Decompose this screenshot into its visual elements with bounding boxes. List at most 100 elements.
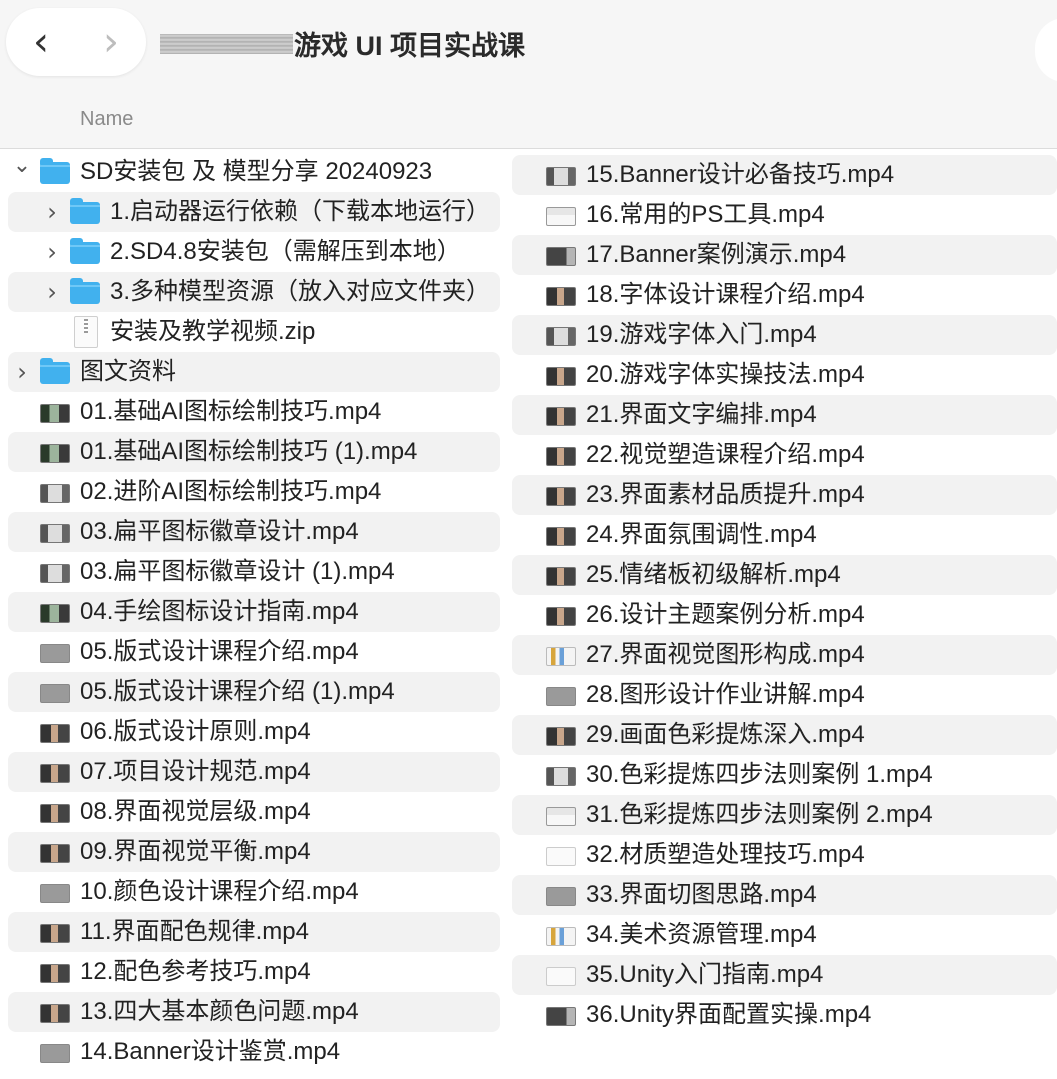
- file-row[interactable]: 22.视觉塑造课程介绍.mp4: [512, 435, 1057, 475]
- file-row[interactable]: 13.四大基本颜色问题.mp4: [8, 992, 500, 1032]
- file-name: 11.界面配色规律.mp4: [80, 918, 309, 945]
- video-thumbnail-icon: [40, 444, 70, 463]
- folder-row[interactable]: › 2.SD4.8安装包（需解压到本地）: [8, 232, 500, 272]
- file-row[interactable]: 21.界面文字编排.mp4: [512, 395, 1057, 435]
- file-row[interactable]: 23.界面素材品质提升.mp4: [512, 475, 1057, 515]
- file-row[interactable]: 34.美术资源管理.mp4: [512, 915, 1057, 955]
- file-name: 13.四大基本颜色问题.mp4: [80, 998, 359, 1025]
- file-row[interactable]: 01.基础AI图标绘制技巧.mp4: [8, 392, 500, 432]
- file-name: 21.界面文字编排.mp4: [586, 401, 817, 428]
- file-row[interactable]: 11.界面配色规律.mp4: [8, 912, 500, 952]
- video-thumbnail-icon: [546, 847, 576, 866]
- file-row[interactable]: 29.画面色彩提炼深入.mp4: [512, 715, 1057, 755]
- file-row[interactable]: 02.进阶AI图标绘制技巧.mp4: [8, 472, 500, 512]
- file-list-right: 15.Banner设计必备技巧.mp4 16.常用的PS工具.mp4 17.Bann…: [512, 155, 1057, 1035]
- file-row[interactable]: 24.界面氛围调性.mp4: [512, 515, 1057, 555]
- file-row[interactable]: 03.扁平图标徽章设计.mp4: [8, 512, 500, 552]
- video-thumbnail-icon: [546, 167, 576, 186]
- file-row[interactable]: 04.手绘图标设计指南.mp4: [8, 592, 500, 632]
- file-row[interactable]: 20.游戏字体实操技法.mp4: [512, 355, 1057, 395]
- file-row[interactable]: 12.配色参考技巧.mp4: [8, 952, 500, 992]
- video-thumbnail-icon: [40, 804, 70, 823]
- file-name: 04.手绘图标设计指南.mp4: [80, 598, 359, 625]
- chevron-right-icon: ›: [103, 19, 119, 65]
- forward-button[interactable]: ›: [76, 8, 146, 76]
- file-name: 安装及教学视频.zip: [110, 318, 316, 345]
- file-row[interactable]: 18.字体设计课程介绍.mp4: [512, 275, 1057, 315]
- video-thumbnail-icon: [40, 724, 70, 743]
- file-name: 19.游戏字体入门.mp4: [586, 321, 817, 348]
- file-name: 22.视觉塑造课程介绍.mp4: [586, 441, 865, 468]
- toolbar-button-group[interactable]: [1035, 18, 1057, 82]
- name-column-header[interactable]: Name: [80, 108, 133, 131]
- file-name: SD安装包 及 模型分享 20240923: [80, 158, 433, 185]
- file-row[interactable]: 05.版式设计课程介绍.mp4: [8, 632, 500, 672]
- file-row[interactable]: 27.界面视觉图形构成.mp4: [512, 635, 1057, 675]
- file-row[interactable]: 36.Unity界面配置实操.mp4: [512, 995, 1057, 1035]
- file-row[interactable]: 28.图形设计作业讲解.mp4: [512, 675, 1057, 715]
- file-row[interactable]: 06.版式设计原则.mp4: [8, 712, 500, 752]
- folder-icon: [40, 158, 70, 184]
- video-thumbnail-icon: [546, 447, 576, 466]
- file-name: 17.Banner案例演示.mp4: [586, 241, 847, 268]
- file-row[interactable]: 07.项目设计规范.mp4: [8, 752, 500, 792]
- chevron-right-icon[interactable]: ›: [40, 272, 64, 312]
- video-thumbnail-icon: [546, 407, 576, 426]
- file-row[interactable]: 15.Banner设计必备技巧.mp4: [512, 155, 1057, 195]
- file-row[interactable]: 31.色彩提炼四步法则案例 2.mp4: [512, 795, 1057, 835]
- zip-file-icon: [74, 316, 98, 348]
- file-name: 2.SD4.8安装包（需解压到本地）: [110, 238, 461, 265]
- navigation-group: ‹ ›: [6, 8, 146, 76]
- file-name: 图文资料: [80, 358, 176, 385]
- video-thumbnail-icon: [40, 924, 70, 943]
- file-name: 36.Unity界面配置实操.mp4: [586, 1001, 872, 1028]
- file-row[interactable]: 25.情绪板初级解析.mp4: [512, 555, 1057, 595]
- file-name: 34.美术资源管理.mp4: [586, 921, 817, 948]
- file-row[interactable]: 17.Banner案例演示.mp4: [512, 235, 1057, 275]
- file-row[interactable]: 安装及教学视频.zip: [8, 312, 500, 352]
- video-thumbnail-icon: [40, 1044, 70, 1063]
- file-row[interactable]: 05.版式设计课程介绍 (1).mp4: [8, 672, 500, 712]
- file-name: 24.界面氛围调性.mp4: [586, 521, 817, 548]
- file-row[interactable]: 30.色彩提炼四步法则案例 1.mp4: [512, 755, 1057, 795]
- file-row[interactable]: 09.界面视觉平衡.mp4: [8, 832, 500, 872]
- video-thumbnail-icon: [546, 687, 576, 706]
- video-thumbnail-icon: [40, 484, 70, 503]
- file-name: 23.界面素材品质提升.mp4: [586, 481, 865, 508]
- video-thumbnail-icon: [40, 404, 70, 423]
- folder-row[interactable]: ⌄ SD安装包 及 模型分享 20240923: [8, 152, 500, 192]
- folder-icon: [70, 238, 100, 264]
- file-row[interactable]: 14.Banner设计鉴赏.mp4: [8, 1032, 500, 1072]
- video-thumbnail-icon: [546, 607, 576, 626]
- file-row[interactable]: 08.界面视觉层级.mp4: [8, 792, 500, 832]
- chevron-down-icon[interactable]: ⌄: [10, 146, 34, 186]
- file-row[interactable]: 32.材质塑造处理技巧.mp4: [512, 835, 1057, 875]
- file-row[interactable]: 10.颜色设计课程介绍.mp4: [8, 872, 500, 912]
- file-row[interactable]: 01.基础AI图标绘制技巧 (1).mp4: [8, 432, 500, 472]
- file-row[interactable]: 26.设计主题案例分析.mp4: [512, 595, 1057, 635]
- file-name: 06.版式设计原则.mp4: [80, 718, 311, 745]
- chevron-right-icon[interactable]: ›: [10, 352, 34, 392]
- file-name: 27.界面视觉图形构成.mp4: [586, 641, 865, 668]
- folder-row[interactable]: › 图文资料: [8, 352, 500, 392]
- file-row[interactable]: 33.界面切图思路.mp4: [512, 875, 1057, 915]
- folder-row[interactable]: › 3.多种模型资源（放入对应文件夹）: [8, 272, 500, 312]
- file-name: 07.项目设计规范.mp4: [80, 758, 311, 785]
- video-thumbnail-icon: [546, 207, 576, 226]
- video-thumbnail-icon: [546, 247, 576, 266]
- file-row[interactable]: 16.常用的PS工具.mp4: [512, 195, 1057, 235]
- chevron-right-icon[interactable]: ›: [40, 232, 64, 272]
- video-thumbnail-icon: [546, 647, 576, 666]
- chevron-right-icon[interactable]: ›: [40, 192, 64, 232]
- file-row[interactable]: 19.游戏字体入门.mp4: [512, 315, 1057, 355]
- toolbar: ‹ › 游戏 UI 项目实战课: [0, 0, 1057, 92]
- file-name: 29.画面色彩提炼深入.mp4: [586, 721, 865, 748]
- file-row[interactable]: 35.Unity入门指南.mp4: [512, 955, 1057, 995]
- file-name: 08.界面视觉层级.mp4: [80, 798, 311, 825]
- blurred-path: [160, 34, 293, 54]
- video-thumbnail-icon: [40, 844, 70, 863]
- file-row[interactable]: 03.扁平图标徽章设计 (1).mp4: [8, 552, 500, 592]
- file-name: 28.图形设计作业讲解.mp4: [586, 681, 865, 708]
- folder-row[interactable]: › 1.启动器运行依赖（下载本地运行）: [8, 192, 500, 232]
- back-button[interactable]: ‹: [6, 8, 76, 76]
